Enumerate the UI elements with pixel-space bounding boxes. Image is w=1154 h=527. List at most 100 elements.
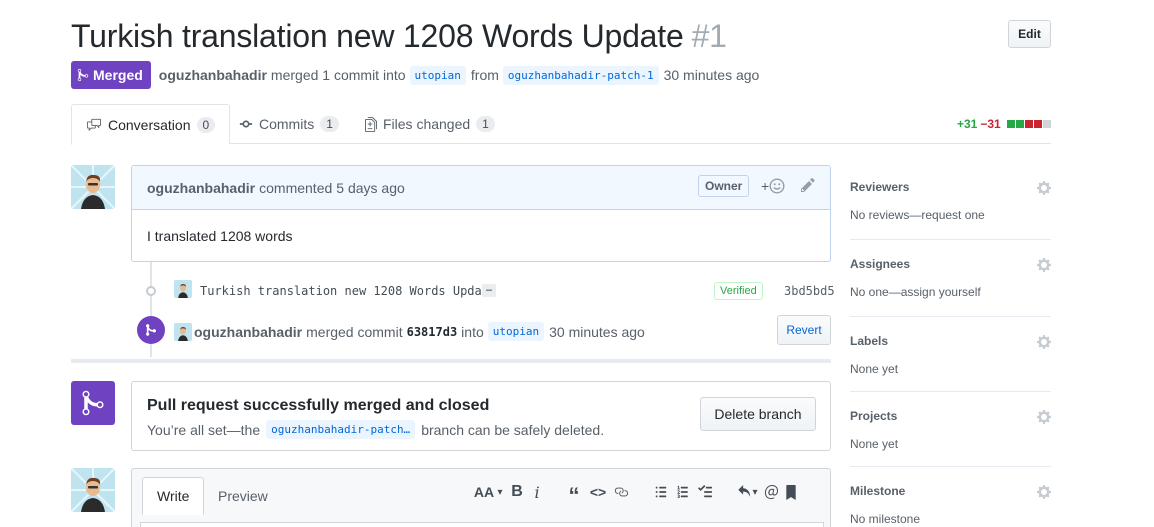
pr-number: #1 bbox=[691, 18, 727, 54]
add-reaction-plus: + bbox=[761, 178, 770, 194]
bookmark-icon[interactable] bbox=[782, 482, 800, 502]
diffstat-blocks bbox=[1006, 120, 1051, 128]
git-merge-icon bbox=[146, 324, 156, 336]
tab-files-changed[interactable]: Files changed 1 bbox=[351, 104, 509, 144]
header-text-icon[interactable]: AA bbox=[472, 482, 496, 502]
mention-icon[interactable] bbox=[760, 482, 782, 502]
merge-event: oguzhanbahadir merged commit 63817d3 int… bbox=[137, 315, 837, 347]
timeline-divider bbox=[71, 359, 831, 363]
head-branch-ref[interactable]: oguzhanbahadir-patch-1 bbox=[502, 65, 659, 85]
sidebar-assignees-title[interactable]: Assignees bbox=[850, 257, 1051, 271]
diffstat-additions: +31 bbox=[957, 117, 978, 131]
merge-author-link[interactable]: oguzhanbahadir bbox=[194, 324, 302, 340]
comment-header: oguzhanbahadir commented 5 days ago Owne… bbox=[132, 166, 830, 210]
commit-message-link[interactable]: Turkish translation new 1208 Words Updat… bbox=[200, 284, 496, 298]
gear-icon[interactable] bbox=[1037, 334, 1051, 353]
revert-button[interactable]: Revert bbox=[777, 315, 831, 345]
comment-action: commented bbox=[259, 179, 333, 196]
gear-icon[interactable] bbox=[1037, 180, 1051, 199]
task-list-icon[interactable] bbox=[694, 482, 716, 502]
sidebar-assignees-value[interactable]: No one—assign yourself bbox=[850, 285, 1051, 299]
gear-icon[interactable] bbox=[1037, 409, 1051, 428]
sidebar-labels: Labels None yet bbox=[850, 334, 1051, 392]
link-icon[interactable] bbox=[610, 482, 632, 502]
owner-label: Owner bbox=[698, 175, 750, 197]
commit-author-avatar[interactable] bbox=[174, 280, 192, 298]
merged-sub-suffix: branch can be safely deleted. bbox=[421, 421, 605, 438]
author-avatar[interactable] bbox=[71, 165, 115, 209]
merge-branch-ref[interactable]: utopian bbox=[487, 322, 545, 341]
add-reaction-button[interactable]: + bbox=[761, 178, 785, 194]
pr-tabs: Conversation 0 Commits 1 Files changed 1 bbox=[71, 104, 1051, 145]
merge-commit-sha[interactable]: 63817d3 bbox=[407, 325, 458, 339]
unordered-list-icon[interactable] bbox=[650, 482, 672, 502]
gear-icon[interactable] bbox=[1037, 484, 1051, 503]
pr-meta: Merged oguzhanbahadir merged 1 commit in… bbox=[71, 61, 759, 89]
diffstat-block bbox=[1015, 120, 1024, 128]
sidebar-assignees: Assignees No one—assign yourself bbox=[850, 257, 1051, 317]
new-comment-editor: Write Preview AA ▾ B i “ <> ▾ bbox=[131, 468, 831, 527]
sidebar-reviewers: Reviewers No reviews—request one bbox=[850, 180, 1051, 240]
ordered-list-icon[interactable] bbox=[672, 482, 694, 502]
tab-commits-count: 1 bbox=[320, 116, 339, 132]
tab-commits[interactable]: Commits 1 bbox=[225, 104, 353, 144]
merge-time[interactable]: 30 minutes ago bbox=[549, 324, 645, 340]
current-user-avatar[interactable] bbox=[71, 468, 115, 512]
tab-conversation[interactable]: Conversation 0 bbox=[71, 104, 231, 145]
merge-into: into bbox=[461, 323, 484, 340]
pr-author-link[interactable]: oguzhanbahadir bbox=[159, 67, 267, 83]
pr-action-text: merged 1 commit into bbox=[270, 67, 406, 83]
gear-icon[interactable] bbox=[1037, 257, 1051, 276]
reply-caret-icon: ▾ bbox=[752, 486, 758, 498]
tab-files-changed-count: 1 bbox=[476, 116, 495, 132]
commit-sha-link[interactable]: 3bd5bd5 bbox=[784, 284, 835, 298]
reply-icon[interactable]: ▾ bbox=[734, 482, 760, 502]
base-branch-ref[interactable]: utopian bbox=[409, 65, 466, 85]
tab-write[interactable]: Write bbox=[142, 477, 205, 515]
delete-branch-button[interactable]: Delete branch bbox=[700, 397, 816, 431]
avatar-image bbox=[174, 323, 192, 341]
file-diff-icon bbox=[365, 116, 377, 132]
sidebar-milestone-title[interactable]: Milestone bbox=[850, 484, 1051, 498]
quote-icon[interactable]: “ bbox=[562, 482, 586, 508]
tab-preview[interactable]: Preview bbox=[204, 477, 282, 514]
bold-icon[interactable]: B bbox=[506, 482, 528, 502]
sidebar-reviewers-title[interactable]: Reviewers bbox=[850, 180, 1051, 194]
sidebar-projects-title[interactable]: Projects bbox=[850, 409, 1051, 423]
deletable-branch-ref[interactable]: oguzhanbahadir-patch… bbox=[266, 420, 416, 439]
edit-button[interactable]: Edit bbox=[1008, 20, 1051, 48]
commit-expand-button[interactable]: … bbox=[482, 284, 497, 297]
comment-textarea[interactable] bbox=[140, 522, 824, 527]
comment-author[interactable]: oguzhanbahadir bbox=[147, 180, 255, 196]
markdown-toolbar: AA ▾ B i “ <> ▾ bbox=[472, 482, 800, 508]
diffstat-block bbox=[1042, 120, 1051, 128]
verified-badge[interactable]: Verified bbox=[714, 282, 763, 300]
tab-files-changed-label: Files changed bbox=[383, 116, 471, 132]
edit-comment-pencil-icon[interactable] bbox=[801, 177, 815, 196]
pr-title: Turkish translation new 1208 Words Updat… bbox=[71, 18, 727, 55]
comment-time[interactable]: 5 days ago bbox=[336, 180, 405, 196]
code-icon[interactable]: <> bbox=[586, 482, 610, 502]
header-caret-icon[interactable]: ▾ bbox=[496, 482, 504, 502]
merge-author-avatar[interactable] bbox=[174, 323, 192, 341]
sidebar-milestone: Milestone No milestone bbox=[850, 484, 1051, 527]
avatar-image bbox=[71, 468, 115, 512]
header-text-glyph: AA bbox=[473, 484, 495, 500]
pr-comment: oguzhanbahadir commented 5 days ago Owne… bbox=[131, 165, 831, 262]
diffstat-deletions: −31 bbox=[980, 117, 1001, 131]
sidebar-labels-title[interactable]: Labels bbox=[850, 334, 1051, 348]
avatar-image bbox=[71, 165, 115, 209]
commit-row: Turkish translation new 1208 Words Updat… bbox=[146, 280, 836, 302]
pr-title-text: Turkish translation new 1208 Words Updat… bbox=[71, 18, 684, 54]
merge-event-text: oguzhanbahadir merged commit 63817d3 int… bbox=[194, 322, 645, 341]
sidebar-milestone-value: No milestone bbox=[850, 512, 921, 526]
pr-time[interactable]: 30 minutes ago bbox=[664, 67, 760, 83]
smiley-icon bbox=[769, 178, 785, 194]
diffstat-block bbox=[1006, 120, 1015, 128]
merge-action: merged commit bbox=[306, 323, 403, 340]
italic-icon[interactable]: i bbox=[528, 482, 546, 502]
diffstat[interactable]: +31 −31 bbox=[957, 117, 1051, 131]
tab-conversation-label: Conversation bbox=[108, 116, 191, 133]
diffstat-block bbox=[1024, 120, 1033, 128]
tab-conversation-count: 0 bbox=[196, 116, 216, 133]
